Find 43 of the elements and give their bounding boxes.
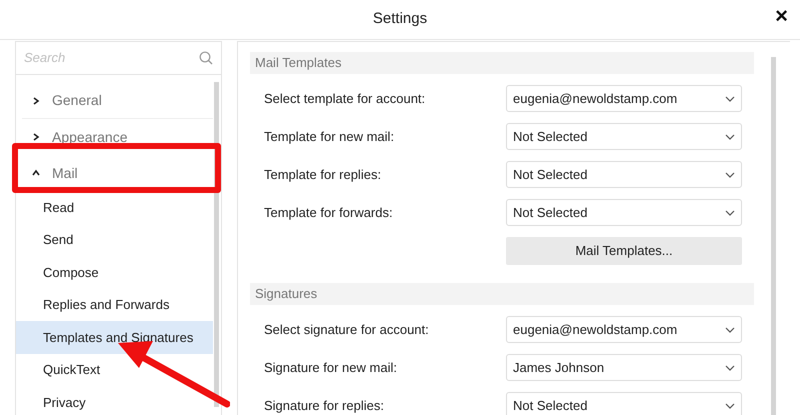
tree-item-label: Appearance	[52, 128, 128, 146]
tree-item[interactable]: Templates and Signatures	[16, 321, 213, 354]
search-icon	[199, 51, 213, 65]
section-header: Signatures	[250, 283, 754, 305]
chevron-down-icon	[725, 364, 735, 370]
section-header: Mail Templates	[250, 52, 754, 74]
scrollbar[interactable]	[214, 82, 219, 407]
chevron-down-icon	[725, 134, 735, 140]
field-label: Template for replies:	[264, 166, 382, 184]
chevron-down-icon	[725, 96, 735, 102]
tree-item[interactable]: Read	[16, 191, 213, 224]
close-button[interactable]: ×	[775, 5, 788, 27]
field-label: Template for new mail:	[264, 128, 396, 146]
tree-item[interactable]: QuickText	[16, 354, 213, 386]
dropdown[interactable]: Not Selected	[506, 161, 742, 188]
tree-item[interactable]: General	[22, 83, 213, 119]
field-label: Signature for new mail:	[264, 358, 398, 377]
dropdown[interactable]: eugenia@newoldstamp.com	[506, 85, 742, 112]
chevron-down-icon	[725, 402, 735, 408]
chevron-down-icon	[725, 210, 735, 216]
mail-templates-button[interactable]: Mail Templates...	[506, 237, 742, 265]
chevron-down-icon	[725, 172, 735, 178]
dropdown[interactable]: Not Selected	[506, 199, 742, 226]
dropdown[interactable]: Not Selected	[506, 392, 742, 415]
tree-item[interactable]: Appearance	[22, 119, 213, 155]
dropdown[interactable]: James Johnson	[506, 354, 742, 381]
field-label: Select template for account:	[264, 90, 426, 108]
tree-item[interactable]: Mail	[22, 155, 213, 191]
field-label: Select signature for account:	[264, 320, 430, 339]
field-label: Signature for replies:	[264, 396, 385, 415]
tree-item[interactable]: Replies and Forwards	[16, 288, 213, 321]
field-label: Template for forwards:	[264, 204, 394, 222]
chevron-down-icon	[725, 326, 735, 332]
scrollbar[interactable]	[771, 57, 776, 415]
window-title: Settings	[372, 9, 428, 30]
tree-item[interactable]: Compose	[16, 256, 213, 288]
dropdown[interactable]: Not Selected	[506, 123, 742, 150]
search-field[interactable]: Search	[24, 48, 199, 68]
tree-item[interactable]: Send	[16, 224, 213, 256]
tree-item[interactable]: Privacy	[16, 386, 213, 415]
tree-item-label: Mail	[52, 164, 78, 182]
dropdown[interactable]: eugenia@newoldstamp.com	[506, 316, 742, 343]
tree-item-label: General	[52, 91, 102, 110]
